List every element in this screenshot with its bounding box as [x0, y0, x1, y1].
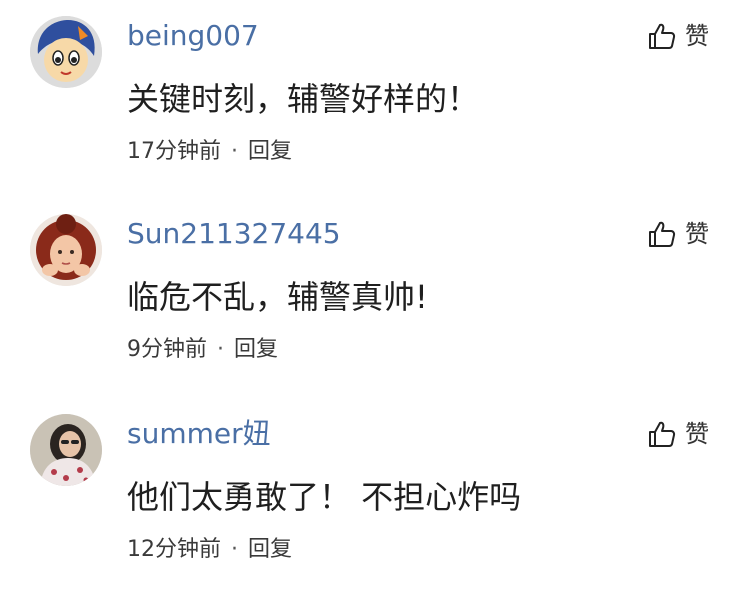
comment-text: 他们太勇敢了！ 不担心炸吗 [127, 478, 522, 516]
like-label: 赞 [685, 420, 709, 448]
like-label: 赞 [685, 22, 709, 50]
reply-button[interactable]: 回复 [248, 139, 292, 164]
woman-photo-avatar-icon [30, 414, 102, 486]
like-button[interactable]: 赞 [647, 418, 709, 450]
reply-button[interactable]: 回复 [234, 337, 278, 362]
like-button[interactable]: 赞 [647, 218, 709, 250]
comment-meta: 17分钟前 · 回复 [127, 137, 292, 167]
comment-text: 临危不乱，辅警真帅! [127, 278, 428, 316]
thumbs-up-icon [649, 23, 676, 49]
separator: · [217, 337, 224, 362]
comment-item: being007 关键时刻，辅警好样的！ 17分钟前 · 回复 赞 [0, 0, 750, 198]
thumbs-up-icon [649, 421, 676, 447]
avatar[interactable] [30, 16, 102, 88]
username[interactable]: summer妞 [127, 417, 271, 451]
comment-text: 关键时刻，辅警好样的！ [127, 80, 480, 118]
username[interactable]: Sun211327445 [127, 217, 341, 251]
like-label: 赞 [685, 220, 709, 248]
timestamp: 9分钟前 [127, 337, 207, 362]
separator: · [231, 537, 238, 562]
comment-meta: 12分钟前 · 回复 [127, 535, 292, 565]
username[interactable]: being007 [127, 19, 259, 53]
red-haired-girl-avatar-icon [30, 214, 102, 286]
like-button[interactable]: 赞 [647, 20, 709, 52]
comment-item: Sun211327445 临危不乱，辅警真帅! 9分钟前 · 回复 赞 [0, 198, 750, 396]
separator: · [231, 139, 238, 164]
cartoon-face-avatar-icon [30, 16, 102, 88]
timestamp: 17分钟前 [127, 139, 221, 164]
thumbs-up-icon [649, 221, 676, 247]
comment-meta: 9分钟前 · 回复 [127, 335, 278, 365]
avatar[interactable] [30, 414, 102, 486]
timestamp: 12分钟前 [127, 537, 221, 562]
reply-button[interactable]: 回复 [248, 537, 292, 562]
comment-item: summer妞 他们太勇敢了！ 不担心炸吗 12分钟前 · 回复 赞 [0, 398, 750, 596]
avatar[interactable] [30, 214, 102, 286]
